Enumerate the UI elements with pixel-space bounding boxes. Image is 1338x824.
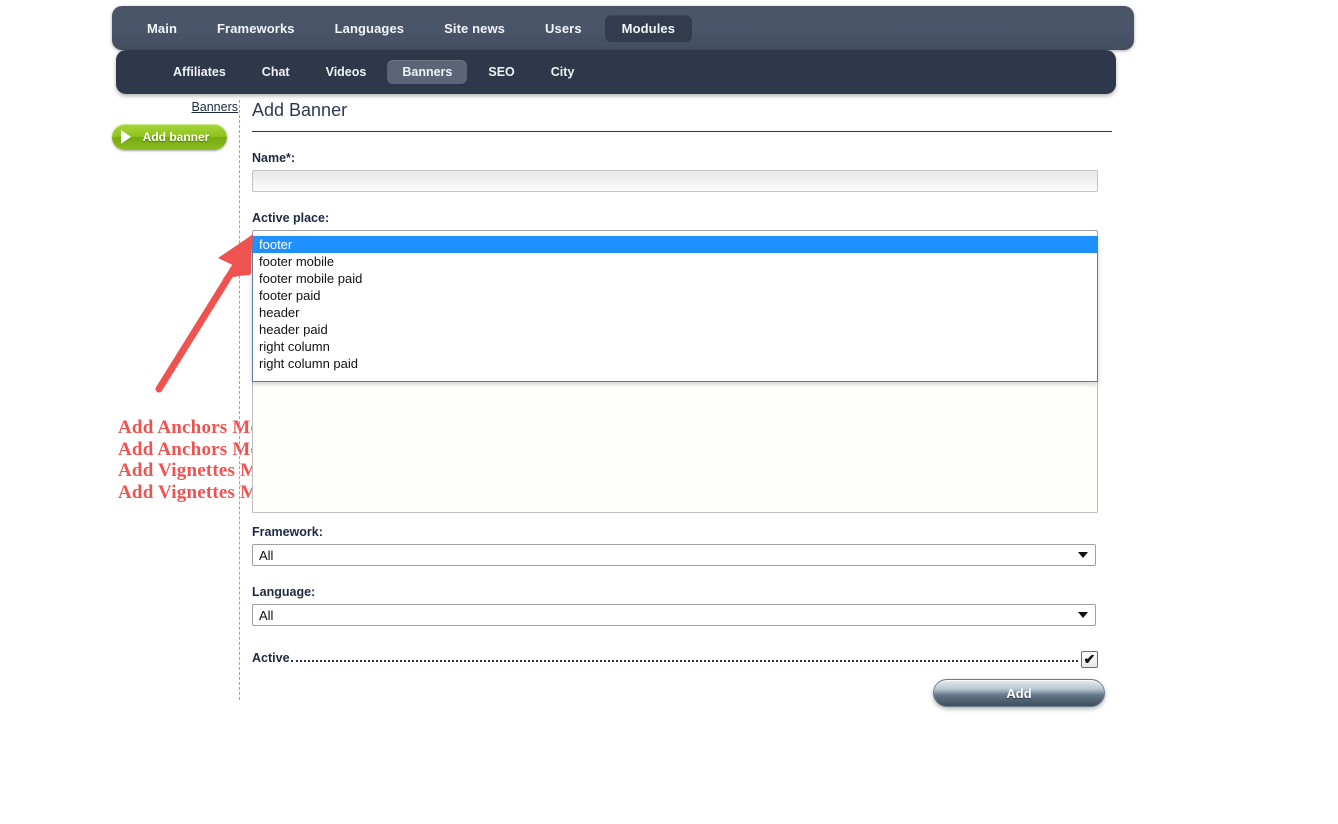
checkmark-icon: ✔ (1083, 650, 1096, 667)
subnav-item-affiliates[interactable]: Affiliates (158, 60, 241, 84)
left-sidebar: Banners Add banner (112, 100, 240, 150)
option-header-paid[interactable]: header paid (253, 321, 1097, 338)
option-footer[interactable]: footer (253, 236, 1097, 253)
subnav-item-chat[interactable]: Chat (247, 60, 305, 84)
active-field-label: Active (252, 651, 290, 665)
active-toggle-row: Active ✔ (252, 648, 1098, 668)
navigation-bars: Main Frameworks Languages Site news User… (112, 6, 1134, 94)
option-header[interactable]: header (253, 304, 1097, 321)
framework-select[interactable]: All (252, 544, 1096, 566)
nav-item-frameworks[interactable]: Frameworks (200, 15, 312, 42)
active-place-field-label: Active place: (252, 211, 330, 225)
language-field-label: Language: (252, 585, 316, 599)
column-divider (239, 100, 240, 700)
language-select[interactable]: All (252, 604, 1096, 626)
lower-form-fields: Framework: All Language: All Active ✔ (252, 525, 1098, 668)
nav-item-languages[interactable]: Languages (318, 15, 422, 42)
play-triangle-icon (121, 130, 131, 144)
option-footer-paid[interactable]: footer paid (253, 287, 1097, 304)
red-arrow-annotation (155, 234, 253, 393)
option-right-column[interactable]: right column (253, 338, 1097, 355)
chevron-down-icon (1078, 612, 1088, 618)
name-input[interactable] (252, 170, 1098, 192)
subnav-item-banners[interactable]: Banners (387, 60, 468, 84)
active-checkbox[interactable]: ✔ (1081, 651, 1098, 668)
nav-item-site-news[interactable]: Site news (427, 15, 522, 42)
page-title: Add Banner (252, 100, 1112, 132)
nav-item-users[interactable]: Users (528, 15, 599, 42)
subnav-item-seo[interactable]: SEO (473, 60, 529, 84)
subnav-item-city[interactable]: City (536, 60, 590, 84)
secondary-nav-bar: Affiliates Chat Videos Banners SEO City (116, 50, 1116, 94)
framework-field-label: Framework: (252, 525, 323, 539)
dotted-leader (290, 659, 1078, 662)
option-right-column-paid[interactable]: right column paid (253, 355, 1097, 372)
banner-content-textarea[interactable] (252, 378, 1098, 513)
option-footer-mobile-paid[interactable]: footer mobile paid (253, 270, 1097, 287)
nav-item-main[interactable]: Main (130, 15, 194, 42)
submit-add-button[interactable]: Add (933, 679, 1105, 707)
option-footer-mobile[interactable]: footer mobile (253, 253, 1097, 270)
language-selected-value: All (259, 607, 274, 623)
primary-nav-bar: Main Frameworks Languages Site news User… (112, 6, 1134, 50)
framework-selected-value: All (259, 547, 274, 563)
chevron-down-icon (1078, 552, 1088, 558)
subnav-item-videos[interactable]: Videos (311, 60, 382, 84)
active-place-options-list[interactable]: footer footer mobile footer mobile paid … (252, 236, 1098, 382)
breadcrumb-banners-link[interactable]: Banners (112, 100, 240, 114)
name-field-label: Name*: (252, 151, 296, 165)
submit-add-button-label: Add (1006, 685, 1032, 701)
add-banner-button-label: Add banner (142, 130, 210, 144)
nav-item-modules[interactable]: Modules (604, 14, 693, 42)
add-banner-form: Add Banner Name*: Active place: footer (252, 100, 1112, 252)
add-banner-button[interactable]: Add banner (112, 124, 227, 150)
